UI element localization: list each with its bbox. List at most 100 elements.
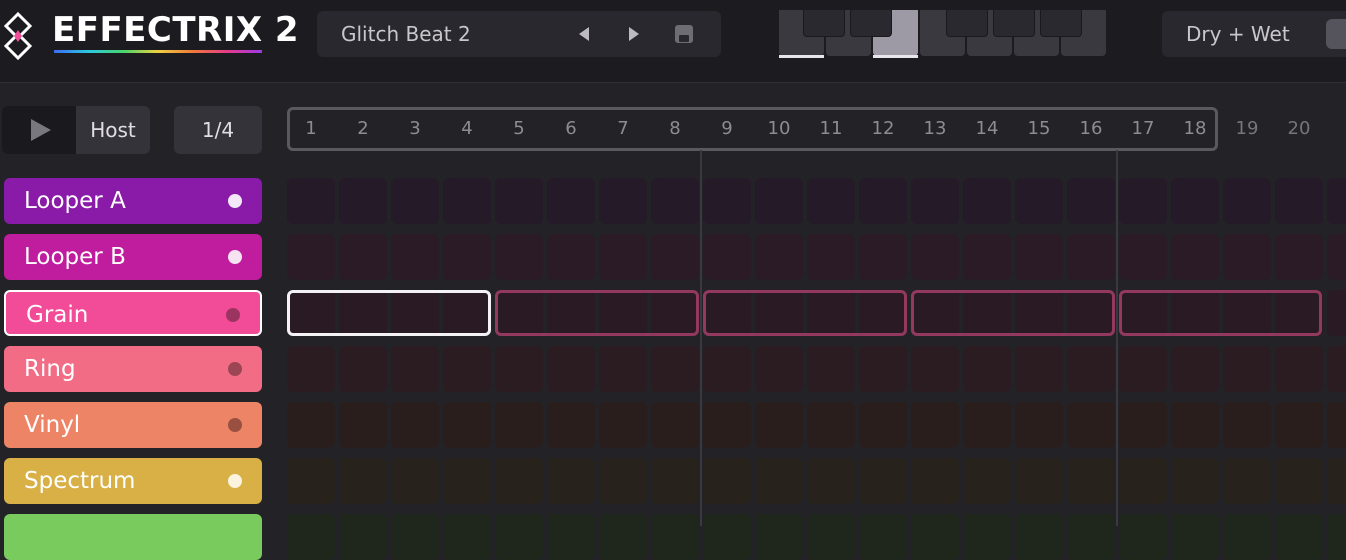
- effect-label-looper-a[interactable]: Looper A: [4, 178, 262, 224]
- step-cell[interactable]: [391, 346, 439, 392]
- step-cell[interactable]: [391, 514, 439, 560]
- step-cell[interactable]: [963, 178, 1011, 224]
- step-cell[interactable]: [287, 402, 335, 448]
- step-cell[interactable]: [1171, 458, 1219, 504]
- step-cell[interactable]: [1327, 346, 1346, 392]
- step-cell[interactable]: [1275, 514, 1323, 560]
- step-cell[interactable]: [1119, 346, 1167, 392]
- step-cell[interactable]: [1275, 178, 1323, 224]
- step-cell[interactable]: [339, 178, 387, 224]
- preset-name[interactable]: Glitch Beat 2: [341, 11, 471, 57]
- step-cell[interactable]: [1327, 402, 1346, 448]
- step-cell[interactable]: [599, 234, 647, 280]
- step-cell[interactable]: [911, 402, 959, 448]
- step-cell[interactable]: [599, 514, 647, 560]
- step-cell[interactable]: [599, 290, 647, 336]
- step-cell[interactable]: [339, 458, 387, 504]
- step-cell[interactable]: [1015, 514, 1063, 560]
- step-cell[interactable]: [391, 402, 439, 448]
- step-cell[interactable]: [703, 234, 751, 280]
- step-cell[interactable]: [859, 234, 907, 280]
- step-cell[interactable]: [339, 290, 387, 336]
- step-cell[interactable]: [287, 346, 335, 392]
- step-cell[interactable]: [703, 514, 751, 560]
- step-cell[interactable]: [443, 458, 491, 504]
- step-cell[interactable]: [1223, 234, 1271, 280]
- step-cell[interactable]: [807, 346, 855, 392]
- step-cell[interactable]: [859, 458, 907, 504]
- effect-label-vinyl[interactable]: Vinyl: [4, 402, 262, 448]
- step-cell[interactable]: [599, 346, 647, 392]
- step-cell[interactable]: [339, 234, 387, 280]
- step-cell[interactable]: [755, 346, 803, 392]
- effect-label-ring[interactable]: Ring: [4, 346, 262, 392]
- step-cell[interactable]: [963, 234, 1011, 280]
- step-cell[interactable]: [1015, 290, 1063, 336]
- piano-black-key[interactable]: [993, 10, 1035, 37]
- step-cell[interactable]: [599, 458, 647, 504]
- step-cell[interactable]: [651, 290, 699, 336]
- step-cell[interactable]: [443, 402, 491, 448]
- step-cell[interactable]: [755, 402, 803, 448]
- play-button[interactable]: [2, 106, 76, 154]
- step-cell[interactable]: [1171, 402, 1219, 448]
- step-cell[interactable]: [703, 402, 751, 448]
- step-cell[interactable]: [547, 402, 595, 448]
- step-cell[interactable]: [495, 514, 543, 560]
- step-cell[interactable]: [547, 346, 595, 392]
- piano-black-key[interactable]: [1040, 10, 1082, 37]
- step-cell[interactable]: [1015, 346, 1063, 392]
- effect-label-looper-b[interactable]: Looper B: [4, 234, 262, 280]
- step-cell[interactable]: [1119, 514, 1167, 560]
- step-cell[interactable]: [1223, 514, 1271, 560]
- step-cell[interactable]: [1275, 234, 1323, 280]
- step-cell[interactable]: [443, 346, 491, 392]
- step-cell[interactable]: [859, 402, 907, 448]
- step-cell[interactable]: [1067, 458, 1115, 504]
- step-cell[interactable]: [1119, 290, 1167, 336]
- step-cell[interactable]: [495, 346, 543, 392]
- step-cell[interactable]: [911, 234, 959, 280]
- step-cell[interactable]: [287, 234, 335, 280]
- effect-label-spectrum[interactable]: Spectrum: [4, 458, 262, 504]
- step-cell[interactable]: [807, 290, 855, 336]
- piano-keyboard[interactable]: [779, 10, 1109, 58]
- host-sync-button[interactable]: Host: [76, 106, 150, 154]
- step-cell[interactable]: [547, 234, 595, 280]
- step-cell[interactable]: [1015, 178, 1063, 224]
- step-cell[interactable]: [1275, 290, 1323, 336]
- effect-enable-dot[interactable]: [228, 250, 242, 264]
- step-cell[interactable]: [391, 178, 439, 224]
- mix-selector[interactable]: Dry + Wet: [1162, 11, 1346, 57]
- step-cell[interactable]: [547, 178, 595, 224]
- step-cell[interactable]: [755, 234, 803, 280]
- next-preset-icon[interactable]: [623, 23, 645, 45]
- step-cell[interactable]: [547, 514, 595, 560]
- step-rate-button[interactable]: 1/4: [174, 106, 262, 154]
- step-cell[interactable]: [755, 458, 803, 504]
- step-cell[interactable]: [651, 178, 699, 224]
- step-cell[interactable]: [859, 346, 907, 392]
- step-cell[interactable]: [911, 346, 959, 392]
- step-cell[interactable]: [1171, 346, 1219, 392]
- step-cell[interactable]: [1275, 346, 1323, 392]
- step-cell[interactable]: [443, 234, 491, 280]
- step-cell[interactable]: [807, 178, 855, 224]
- step-cell[interactable]: [1327, 178, 1346, 224]
- step-cell[interactable]: [1171, 234, 1219, 280]
- piano-black-key[interactable]: [946, 10, 988, 37]
- step-cell[interactable]: [443, 514, 491, 560]
- step-cell[interactable]: [963, 290, 1011, 336]
- step-cell[interactable]: [755, 290, 803, 336]
- step-cell[interactable]: [911, 458, 959, 504]
- preset-selector[interactable]: Glitch Beat 2: [317, 11, 721, 57]
- step-cell[interactable]: [1327, 514, 1346, 560]
- step-cell[interactable]: [963, 514, 1011, 560]
- step-cell[interactable]: [495, 178, 543, 224]
- step-cell[interactable]: [1119, 178, 1167, 224]
- effect-label-grain[interactable]: Grain: [4, 290, 262, 336]
- step-cell[interactable]: [1327, 234, 1346, 280]
- step-cell[interactable]: [755, 514, 803, 560]
- step-cell[interactable]: [1275, 458, 1323, 504]
- step-cell[interactable]: [547, 458, 595, 504]
